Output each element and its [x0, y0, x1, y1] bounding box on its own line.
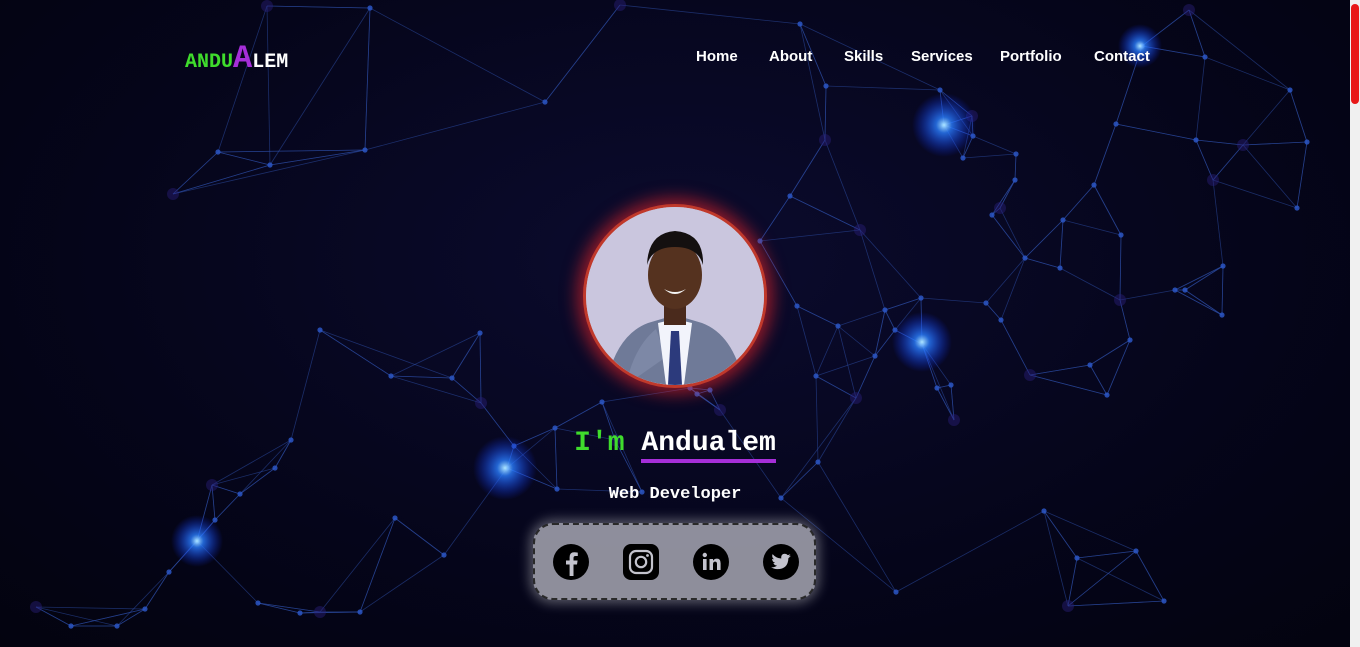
nav-about[interactable]: About — [769, 48, 812, 65]
site-logo[interactable]: ANDUALEM — [185, 40, 288, 77]
hero-role: Web Developer — [608, 485, 742, 504]
logo-part-3: LEM — [252, 51, 289, 74]
hero-heading: I'm Andualem — [0, 428, 1350, 463]
facebook-icon[interactable] — [552, 543, 590, 581]
social-links — [533, 523, 816, 600]
scrollbar-thumb[interactable] — [1351, 4, 1359, 104]
hero-name: Andualem — [641, 428, 776, 463]
hero-greeting: I'm — [574, 428, 625, 459]
logo-part-1: ANDU — [185, 51, 234, 74]
nav-contact[interactable]: Contact — [1094, 48, 1150, 65]
scrollbar[interactable] — [1350, 0, 1360, 647]
twitter-icon[interactable] — [762, 543, 800, 581]
instagram-icon[interactable] — [622, 543, 660, 581]
nav-home[interactable]: Home — [696, 48, 738, 65]
linkedin-icon[interactable] — [692, 543, 730, 581]
nav-portfolio[interactable]: Portfolio — [1000, 48, 1062, 65]
logo-part-2: A — [233, 40, 253, 77]
nav-skills[interactable]: Skills — [844, 48, 883, 65]
nav-services[interactable]: Services — [911, 48, 973, 65]
profile-photo — [583, 204, 767, 388]
